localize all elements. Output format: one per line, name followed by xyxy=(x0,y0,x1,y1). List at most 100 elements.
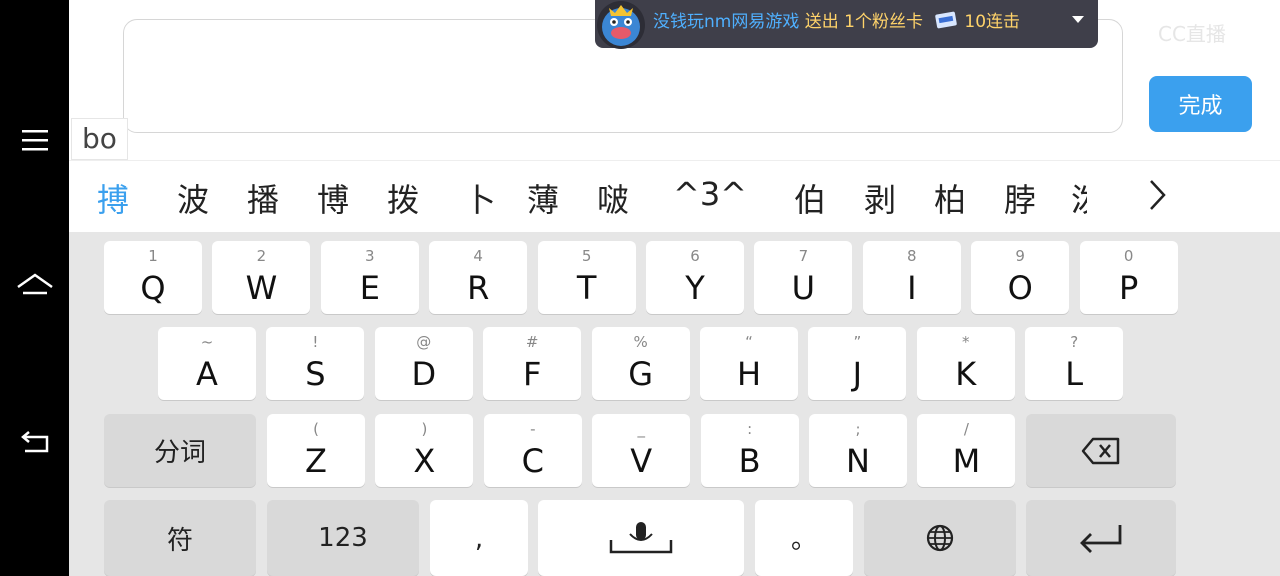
key-s[interactable]: ! S xyxy=(266,327,365,400)
key-letter: W xyxy=(245,269,278,307)
menu-icon xyxy=(22,130,48,151)
key-v[interactable]: _ V xyxy=(592,414,691,487)
key-letter: M xyxy=(952,442,981,480)
key-alt-char: ” xyxy=(853,333,862,351)
key-letter: J xyxy=(852,355,863,393)
done-button[interactable]: 完成 xyxy=(1149,76,1252,132)
key-letter: V xyxy=(630,442,653,480)
key-b[interactable]: :B xyxy=(700,414,799,487)
key-z[interactable]: (Z xyxy=(267,414,365,487)
key-r[interactable]: 4R xyxy=(429,241,528,314)
banner-username: 没钱玩nm网易游戏 xyxy=(653,12,800,32)
key-n[interactable]: ; N xyxy=(809,414,907,487)
gift-notification-banner[interactable]: 没钱玩nm网易游戏 送出 1个粉丝卡 10连击 xyxy=(595,0,1098,49)
key-g[interactable]: % G xyxy=(591,327,690,400)
chevron-down-icon[interactable] xyxy=(1072,16,1084,23)
more-candidates-button[interactable] xyxy=(1137,173,1177,217)
key-alt-char: 7 xyxy=(798,247,809,265)
candidate-item[interactable]: 泼 xyxy=(1071,175,1087,221)
number-key[interactable]: 123 xyxy=(267,500,419,576)
key-d[interactable]: @ D xyxy=(374,327,473,400)
candidate-item[interactable]: 播 xyxy=(247,175,279,221)
candidate-item[interactable]: 拨 xyxy=(387,175,419,221)
key-alt-char: 1 xyxy=(148,247,158,265)
key-k[interactable]: * K xyxy=(916,327,1015,400)
space-key[interactable] xyxy=(538,500,744,576)
key-y[interactable]: 6Y xyxy=(646,241,744,314)
period-key[interactable]: 。 xyxy=(755,500,853,576)
back-button[interactable] xyxy=(14,422,56,464)
key-letter: T xyxy=(576,269,597,307)
backspace-key[interactable] xyxy=(1026,414,1176,487)
fan-card-icon xyxy=(935,11,958,29)
key-alt-char: ( xyxy=(313,420,319,438)
key-letter: R xyxy=(467,269,490,307)
candidate-item[interactable]: 搏 xyxy=(97,175,129,221)
key-letter: H xyxy=(736,355,762,393)
key-alt-char: ? xyxy=(1070,333,1079,351)
avatar-icon xyxy=(597,1,645,49)
key-m[interactable]: / M xyxy=(917,414,1016,487)
key-alt-char: 3 xyxy=(365,247,375,265)
key-letter: Q xyxy=(140,269,166,307)
key-letter: U xyxy=(791,269,816,307)
key-e[interactable]: 3E xyxy=(320,241,419,314)
candidate-item[interactable]: 薄 xyxy=(527,175,559,221)
key-alt-char: 2 xyxy=(256,247,267,265)
pinyin-composition: bo xyxy=(71,118,128,160)
key-x[interactable]: ) X xyxy=(375,414,474,487)
key-letter: N xyxy=(846,442,870,480)
key-letter: X xyxy=(413,442,436,480)
key-o[interactable]: 9O xyxy=(971,241,1070,314)
language-key[interactable] xyxy=(864,500,1016,576)
symbol-key[interactable]: 符 xyxy=(104,500,256,576)
chevron-right-icon xyxy=(1150,180,1166,210)
key-j[interactable]: ” J xyxy=(808,327,907,400)
candidate-item[interactable]: 博 xyxy=(317,175,349,221)
key-u[interactable]: 7U xyxy=(754,241,853,314)
key-alt-char: _ xyxy=(637,420,645,438)
key-alt-char: 8 xyxy=(907,247,917,265)
candidate-item[interactable]: 波 xyxy=(177,175,209,221)
key-alt-char: ; xyxy=(855,420,861,438)
key-alt-char: 6 xyxy=(690,247,700,265)
key-f[interactable]: # F xyxy=(483,327,582,400)
key-alt-char: ! xyxy=(312,333,319,351)
back-icon xyxy=(21,431,49,453)
key-w[interactable]: 2W xyxy=(212,241,311,314)
key-alt-char: - xyxy=(530,420,536,438)
key-l[interactable]: ? L xyxy=(1025,327,1124,400)
key-a[interactable]: ~ A xyxy=(158,327,256,400)
home-button[interactable] xyxy=(14,266,56,308)
enter-key[interactable] xyxy=(1026,500,1176,576)
candidate-item[interactable]: 剥 xyxy=(864,175,896,221)
comma-key[interactable]: , xyxy=(430,500,528,576)
key-alt-char: / xyxy=(963,420,969,438)
candidate-item[interactable]: 柏 xyxy=(934,175,966,221)
key-alt-char: # xyxy=(525,333,539,351)
number-key-label: 123 xyxy=(318,523,368,553)
key-p[interactable]: 0P xyxy=(1079,241,1178,314)
key-alt-char: 5 xyxy=(581,247,592,265)
key-i[interactable]: 8I xyxy=(862,241,961,314)
key-h[interactable]: “H xyxy=(700,327,798,400)
key-alt-char: % xyxy=(633,333,648,351)
menu-button[interactable] xyxy=(14,119,56,161)
candidate-item[interactable]: 卜 xyxy=(464,175,496,221)
candidate-item[interactable]: 伯 xyxy=(794,175,826,221)
segment-key[interactable]: 分词 xyxy=(104,414,256,487)
key-q[interactable]: 1Q xyxy=(104,241,202,314)
key-alt-char: : xyxy=(747,420,753,438)
candidate-item[interactable]: ^3^ xyxy=(673,175,747,213)
candidate-item[interactable]: 脖 xyxy=(1004,175,1036,221)
keyboard: 1Q2W3E4R5T6Y7U8I9O0P ~ A! S @ D # F% G “H” J * K? L … xyxy=(69,232,1280,576)
key-letter: F xyxy=(522,355,542,393)
segment-key-label: 分词 xyxy=(153,438,206,468)
key-letter: I xyxy=(907,269,917,307)
key-letter: K xyxy=(955,355,977,393)
key-t[interactable]: 5T xyxy=(537,241,636,314)
key-alt-char: ~ xyxy=(200,333,214,351)
candidate-item[interactable]: 啵 xyxy=(597,175,629,221)
key-alt-char: * xyxy=(962,333,970,351)
key-c[interactable]: -C xyxy=(483,414,582,487)
